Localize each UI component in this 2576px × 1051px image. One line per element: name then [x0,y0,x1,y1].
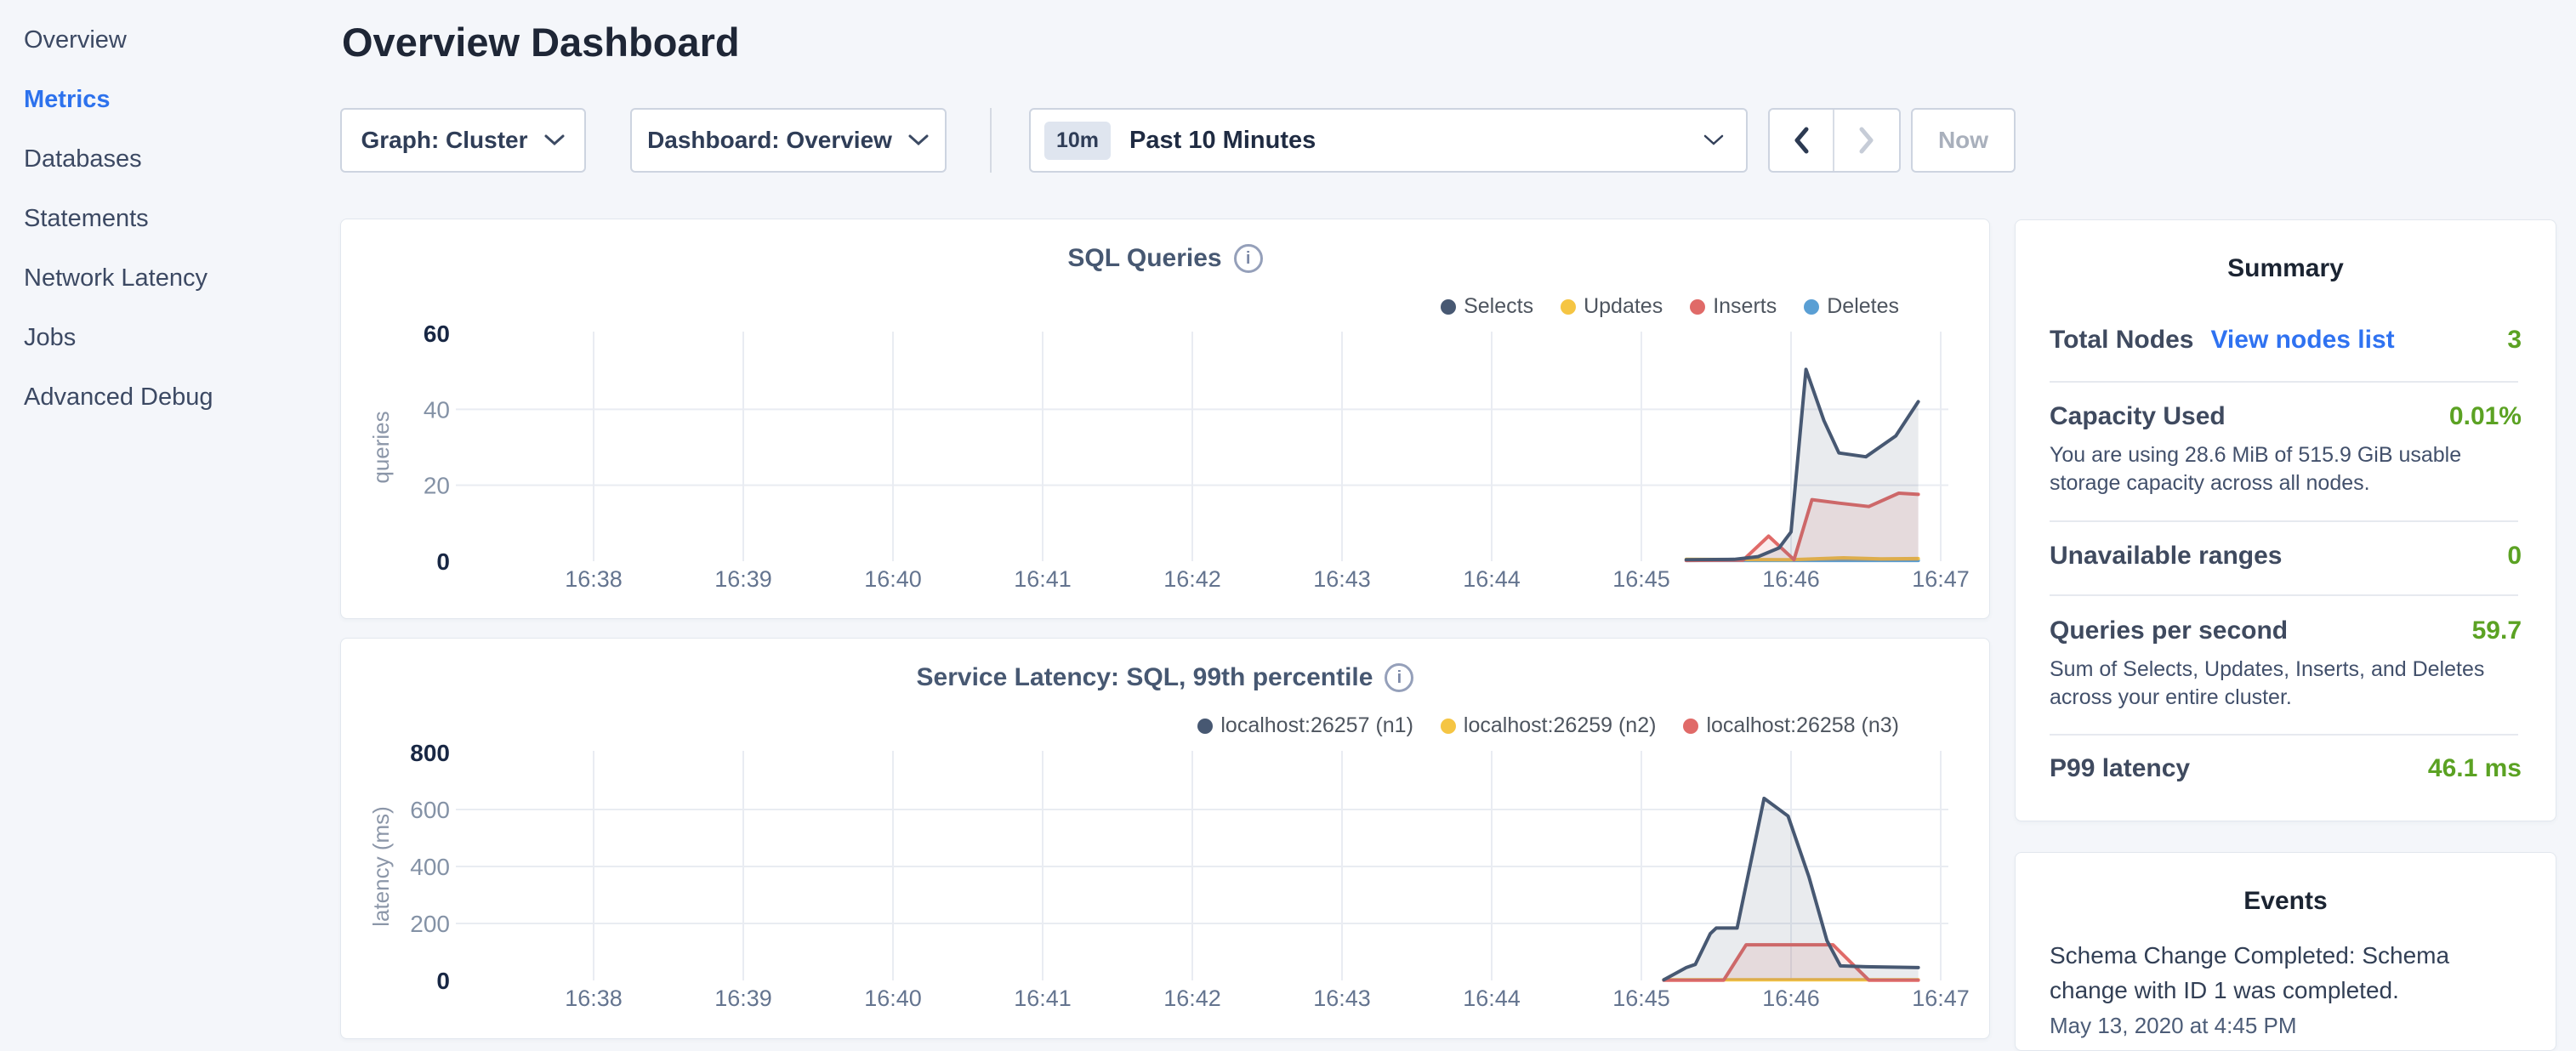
dashboard-dropdown[interactable]: Dashboard: Overview [630,108,947,173]
summary-row-p99-latency: P99 latency 46.1 ms [2050,754,2522,783]
svg-text:16:45: 16:45 [1612,566,1670,592]
sidebar-item-network-latency[interactable]: Network Latency [0,248,340,308]
svg-text:16:47: 16:47 [1912,986,1970,1011]
sidebar-item-overview[interactable]: Overview [0,10,340,70]
chevron-right-icon [1862,129,1871,151]
sidebar-item-advanced-debug[interactable]: Advanced Debug [0,367,340,427]
summary-row-value: 46.1 ms [2428,754,2522,783]
summary-row-description: You are using 28.6 MiB of 515.9 GiB usab… [2050,441,2522,497]
events-title: Events [2016,887,2556,916]
svg-text:400: 400 [410,854,450,880]
sql-queries-chart-card: SQL Queries i SelectsUpdatesInsertsDelet… [340,219,1990,619]
time-window-dropdown[interactable]: 10m Past 10 Minutes [1029,108,1748,173]
svg-text:16:45: 16:45 [1612,986,1670,1011]
svg-text:40: 40 [424,396,450,423]
svg-text:latency (ms): latency (ms) [368,806,394,927]
sidebar-item-databases[interactable]: Databases [0,129,340,189]
sql-queries-plot[interactable]: 0 20 40 60 16:38 16:39 16:40 16:41 16:42 16:43 16:… [341,219,1989,618]
summary-row-total-nodes: Total Nodes View nodes list 3 [2050,326,2522,355]
now-button[interactable]: Now [1911,108,2016,173]
svg-text:queries: queries [368,411,394,483]
svg-text:16:46: 16:46 [1762,566,1820,592]
summary-row-capacity-used: Capacity Used 0.01% You are using 28.6 M… [2050,402,2522,497]
summary-row-label: Total Nodes [2050,326,2193,355]
service-latency-chart-card: Service Latency: SQL, 99th percentile i … [340,638,1990,1039]
graph-dropdown[interactable]: Graph: Cluster [340,108,586,173]
svg-text:16:47: 16:47 [1912,566,1970,592]
divider [2050,734,2518,736]
svg-text:16:41: 16:41 [1014,986,1072,1011]
svg-text:0: 0 [436,968,450,994]
divider [2050,594,2518,596]
svg-text:0: 0 [436,548,450,575]
chevron-left-icon [1797,129,1806,151]
controls-divider [990,108,992,173]
event-timestamp: May 13, 2020 at 4:45 PM [2050,1013,2466,1039]
time-step-buttons [1768,108,1901,173]
graph-dropdown-label: Graph: Cluster [361,127,527,154]
svg-text:16:38: 16:38 [565,566,623,592]
summary-panel: Summary Total Nodes View nodes list 3 Ca… [2015,219,2556,821]
svg-text:60: 60 [424,321,450,347]
svg-text:16:43: 16:43 [1313,986,1371,1011]
chevron-down-icon [543,134,566,147]
summary-row-label: P99 latency [2050,754,2190,783]
svg-text:200: 200 [410,911,450,937]
summary-row-label: Queries per second [2050,616,2288,645]
svg-text:16:39: 16:39 [714,566,772,592]
next-timespan-button[interactable] [1834,110,1899,171]
summary-row-label: Capacity Used [2050,402,2226,431]
events-panel: Events Schema Change Completed: Schema c… [2015,852,2556,1051]
svg-text:16:39: 16:39 [714,986,772,1011]
event-list-item[interactable]: Schema Change Completed: Schema change w… [2050,938,2466,1039]
summary-title: Summary [2016,254,2556,283]
time-window-label: Past 10 Minutes [1129,127,1316,155]
sidebar-item-statements[interactable]: Statements [0,189,340,248]
svg-text:16:38: 16:38 [565,986,623,1011]
summary-row-queries-per-second: Queries per second 59.7 Sum of Selects, … [2050,616,2522,712]
summary-row-value: 0.01% [2449,402,2522,431]
summary-row-value: 3 [2507,326,2522,355]
svg-text:16:46: 16:46 [1762,986,1820,1011]
sidebar-item-jobs[interactable]: Jobs [0,308,340,367]
svg-text:16:40: 16:40 [864,566,922,592]
time-window-badge: 10m [1044,122,1111,160]
previous-timespan-button[interactable] [1770,110,1834,171]
svg-text:16:44: 16:44 [1463,566,1521,592]
divider [2050,520,2518,522]
svg-text:20: 20 [424,473,450,499]
svg-text:16:43: 16:43 [1313,566,1371,592]
svg-text:16:44: 16:44 [1463,986,1521,1011]
service-latency-plot[interactable]: 0 200 400 600 800 16:38 16:39 16:40 16:41 16:42 16… [341,639,1989,1037]
view-nodes-list-link[interactable]: View nodes list [2210,326,2394,355]
svg-text:16:40: 16:40 [864,986,922,1011]
chevron-down-icon [1703,134,1724,146]
svg-text:16:41: 16:41 [1014,566,1072,592]
svg-text:16:42: 16:42 [1163,986,1221,1011]
chevron-down-icon [907,134,930,147]
divider [2050,381,2518,383]
svg-text:800: 800 [410,740,450,766]
page-title: Overview Dashboard [342,19,740,65]
summary-row-value: 0 [2507,542,2522,571]
sidebar-item-metrics[interactable]: Metrics [0,70,340,129]
summary-row-label: Unavailable ranges [2050,542,2282,571]
summary-row-unavailable-ranges: Unavailable ranges 0 [2050,542,2522,571]
svg-text:16:42: 16:42 [1163,566,1221,592]
event-text: Schema Change Completed: Schema change w… [2050,938,2466,1008]
dashboard-dropdown-label: Dashboard: Overview [647,127,892,154]
summary-row-value: 59.7 [2472,616,2522,645]
svg-text:600: 600 [410,797,450,823]
summary-row-description: Sum of Selects, Updates, Inserts, and De… [2050,656,2522,712]
sidebar-nav: OverviewMetricsDatabasesStatementsNetwor… [0,0,340,1051]
